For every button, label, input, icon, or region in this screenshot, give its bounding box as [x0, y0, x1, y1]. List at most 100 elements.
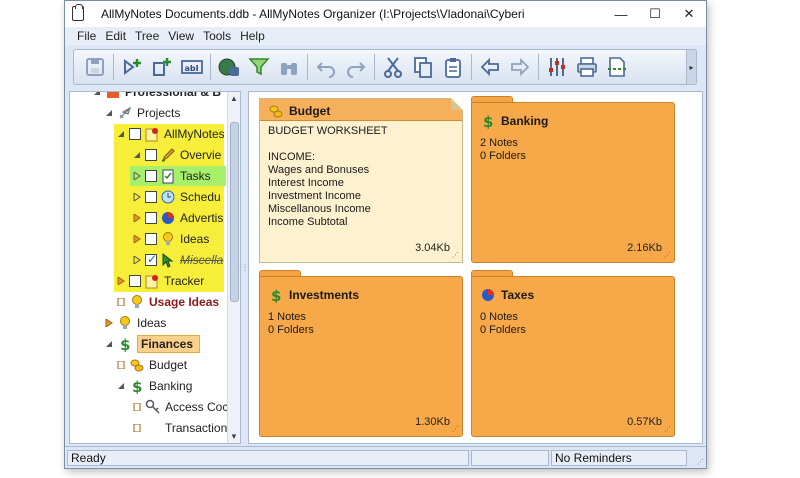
collapse-arrow-icon[interactable]: [116, 381, 126, 391]
cut-button[interactable]: [378, 52, 408, 82]
forward-icon: [511, 57, 530, 77]
lightbulb-icon: [129, 294, 145, 310]
find-button[interactable]: [274, 52, 304, 82]
tree-item-transactions[interactable]: Transactions: [132, 418, 233, 438]
menu-view[interactable]: View: [168, 29, 194, 43]
tree-item-label: Banking: [149, 379, 193, 393]
tree-checkbox[interactable]: [129, 275, 141, 287]
folder-card-banking[interactable]: $ Banking 2 Notes 0 Folders 2.16Kb ⋰: [471, 96, 675, 263]
svg-text:abI: abI: [185, 64, 199, 73]
add-child-note-icon: [153, 58, 171, 76]
collapse-arrow-icon[interactable]: [132, 150, 142, 160]
note-line: Income Subtotal: [268, 216, 348, 228]
window-resize-grip-icon[interactable]: ⋰: [697, 458, 704, 466]
coins-icon: [268, 103, 284, 119]
content-pane: Budget BUDGET WORKSHEET INCOME: Wages an…: [248, 91, 703, 444]
redo-icon: [347, 62, 366, 78]
tree-item-miscellaneous[interactable]: Miscella: [132, 250, 223, 270]
rename-icon: abI: [181, 60, 203, 74]
menu-help[interactable]: Help: [240, 29, 265, 43]
add-note-button[interactable]: [117, 52, 147, 82]
print-button[interactable]: [572, 52, 602, 82]
expand-arrow-icon[interactable]: [132, 255, 142, 265]
web-search-button[interactable]: [214, 52, 244, 82]
dollar-icon: $: [268, 287, 284, 303]
menu-tree[interactable]: Tree: [135, 29, 159, 43]
reminders-status[interactable]: No Reminders: [551, 450, 687, 466]
folder-tree[interactable]: Professional & B Projects AllMyNotes Ove…: [69, 91, 241, 444]
undo-button[interactable]: [311, 52, 341, 82]
menu-file[interactable]: File: [77, 29, 96, 43]
tree-scrollbar[interactable]: ▲ ▼: [227, 92, 240, 443]
tree-item-ideas-sub[interactable]: Ideas: [132, 229, 209, 249]
tree-checkbox[interactable]: [145, 212, 157, 224]
tree-checkbox[interactable]: [145, 170, 157, 182]
collapse-arrow-icon[interactable]: [104, 339, 114, 349]
expand-arrow-icon[interactable]: [132, 213, 142, 223]
tree-item-access-codes[interactable]: Access Coc: [132, 397, 228, 417]
note-card-budget[interactable]: Budget BUDGET WORKSHEET INCOME: Wages an…: [259, 98, 463, 263]
folder-body: $ Banking 2 Notes 0 Folders 2.16Kb ⋰: [471, 102, 675, 263]
paste-button[interactable]: [438, 52, 468, 82]
tree-checkbox[interactable]: [145, 233, 157, 245]
tree-checkbox[interactable]: [145, 191, 157, 203]
tree-item-usage-ideas[interactable]: Usage Ideas: [116, 292, 219, 312]
expand-arrow-icon[interactable]: [104, 318, 114, 328]
app-notebook-icon[interactable]: [72, 4, 84, 21]
tree-item-schedule[interactable]: Schedu: [132, 187, 221, 207]
redo-button[interactable]: [341, 52, 371, 82]
close-button[interactable]: ✕: [672, 1, 706, 27]
expand-arrow-icon[interactable]: [116, 276, 126, 286]
card-title-text: Budget: [289, 104, 331, 118]
maximize-button[interactable]: ☐: [638, 1, 672, 27]
tree-item-tasks[interactable]: Tasks: [132, 166, 211, 186]
back-button[interactable]: [475, 52, 505, 82]
card-title: $ Investments: [268, 287, 359, 303]
copy-button[interactable]: [408, 52, 438, 82]
menu-edit[interactable]: Edit: [105, 29, 126, 43]
toolbar-overflow-button[interactable]: ▸: [686, 50, 696, 84]
tree-item[interactable]: Professional & B: [92, 92, 221, 102]
card-size: 3.04Kb: [415, 242, 450, 254]
note-preview-text: BUDGET WORKSHEET INCOME: Wages and Bonus…: [268, 125, 388, 229]
expand-arrow-icon[interactable]: [132, 234, 142, 244]
folder-card-investments[interactable]: $ Investments 1 Notes 0 Folders 1.30Kb ⋰: [259, 270, 463, 437]
note-line: Investment Income: [268, 190, 361, 202]
undo-icon: [316, 62, 335, 78]
expand-arrow-icon[interactable]: [132, 171, 142, 181]
folder-card-taxes[interactable]: Taxes 0 Notes 0 Folders 0.57Kb ⋰: [471, 270, 675, 437]
tree-item-allmynotes[interactable]: AllMyNotes: [116, 124, 225, 144]
tree-item-tracker[interactable]: Tracker: [116, 271, 204, 291]
tree-item-label: Ideas: [137, 316, 167, 330]
minimize-button[interactable]: —: [604, 1, 638, 27]
tree-item-finances[interactable]: $ Finances: [104, 334, 201, 354]
tree-item-budget[interactable]: Budget: [116, 355, 187, 375]
status-bar: Ready No Reminders ⋰: [65, 446, 706, 468]
add-child-note-button[interactable]: [147, 52, 177, 82]
tree-checkbox[interactable]: [145, 149, 157, 161]
tree-item-ideas[interactable]: Ideas: [104, 313, 166, 333]
forward-button[interactable]: [505, 52, 535, 82]
page-setup-button[interactable]: [602, 52, 632, 82]
expand-arrow-icon[interactable]: [132, 192, 142, 202]
filter-search-button[interactable]: [244, 52, 274, 82]
scrollbar-thumb[interactable]: [230, 122, 239, 302]
save-button[interactable]: [80, 52, 110, 82]
rename-button[interactable]: abI: [177, 52, 207, 82]
tree-checkbox-checked[interactable]: [145, 252, 157, 266]
menu-tools[interactable]: Tools: [203, 29, 231, 43]
paste-icon: [445, 58, 461, 78]
collapse-arrow-icon[interactable]: [104, 108, 114, 118]
scroll-down-arrow-icon[interactable]: ▼: [230, 432, 238, 441]
card-size: 2.16Kb: [627, 242, 662, 254]
collapse-arrow-icon[interactable]: [116, 129, 126, 139]
tree-item-overview[interactable]: Overvie: [132, 145, 221, 165]
tree-item-advertising[interactable]: Advertis: [132, 208, 223, 228]
tree-checkbox[interactable]: [129, 128, 141, 140]
settings-button[interactable]: [542, 52, 572, 82]
tree-item-banking[interactable]: $ Banking: [116, 376, 192, 396]
tree-item-projects[interactable]: Projects: [104, 103, 180, 123]
scroll-up-arrow-icon[interactable]: ▲: [230, 94, 238, 103]
card-title: Taxes: [480, 287, 534, 303]
collapse-arrow-icon[interactable]: [92, 92, 102, 97]
